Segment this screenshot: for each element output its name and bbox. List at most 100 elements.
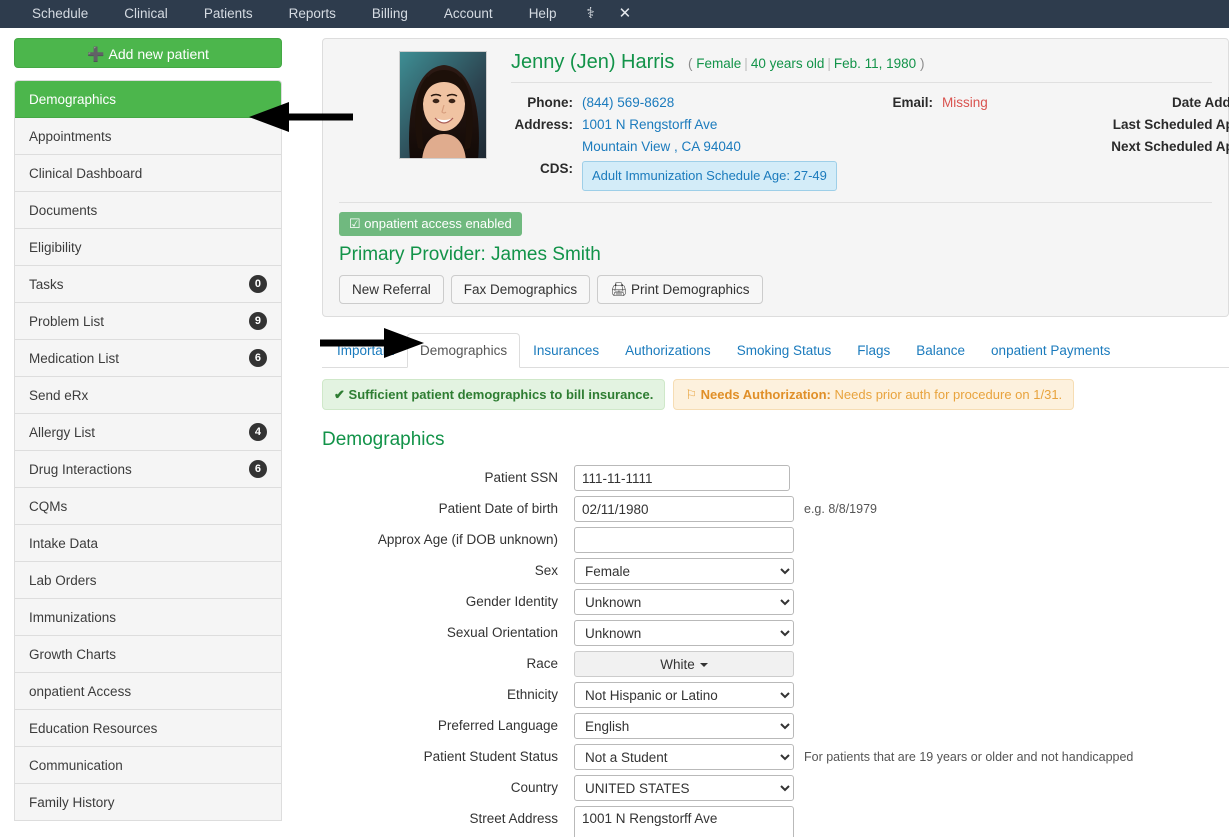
- page-body: ➕ Add new patient Demographics Appointment…: [0, 28, 1229, 837]
- dropdown-race-value: White: [660, 657, 695, 672]
- address-line-2[interactable]: Mountain View , CA 94040: [573, 136, 741, 158]
- tab-demographics[interactable]: Demographics: [407, 333, 521, 368]
- panel-divider: [339, 202, 1212, 203]
- tab-balance[interactable]: Balance: [903, 333, 978, 368]
- address-line-1[interactable]: 1001 N Rengstorff Ave: [573, 114, 741, 136]
- sidebar-item-communication[interactable]: Communication: [15, 747, 281, 784]
- primary-provider: Primary Provider: James Smith: [339, 244, 601, 265]
- tab-authorizations[interactable]: Authorizations: [612, 333, 724, 368]
- sidebar-item-drug-interactions[interactable]: Drug Interactions 6: [15, 451, 281, 488]
- scissors-icon[interactable]: ✕: [607, 0, 644, 28]
- fax-demographics-button[interactable]: Fax Demographics: [450, 275, 591, 304]
- nav-item-billing[interactable]: Billing: [354, 0, 426, 28]
- new-referral-button[interactable]: New Referral: [339, 275, 444, 304]
- print-demographics-button[interactable]: 🖨 Print Demographics: [597, 275, 763, 304]
- alert-row: ✔ Sufficient patient demographics to bil…: [322, 379, 1229, 410]
- demographics-section-title: Demographics: [322, 429, 445, 450]
- plus-icon: ➕: [87, 46, 105, 62]
- sidebar-item-intake-data[interactable]: Intake Data: [15, 525, 281, 562]
- demographics-form: Patient SSN Patient Date of birth e.g. 8/8…: [322, 465, 1229, 837]
- sidebar-item-lab-orders[interactable]: Lab Orders: [15, 562, 281, 599]
- label-ethnicity: Ethnicity: [506, 687, 558, 702]
- sidebar-item-education-resources[interactable]: Education Resources: [15, 710, 281, 747]
- select-patient-student-status[interactable]: Not a Student: [574, 744, 794, 770]
- label-gender-identity: Gender Identity: [465, 594, 558, 609]
- select-sex[interactable]: Female: [574, 558, 794, 584]
- sidebar-item-badge: 9: [248, 312, 267, 330]
- sidebar-item-badge: 6: [248, 460, 267, 478]
- tab-flags[interactable]: Flags: [844, 333, 903, 368]
- sidebar-item-send-erx[interactable]: Send eRx: [15, 377, 281, 414]
- sidebar-item-demographics[interactable]: Demographics: [15, 81, 281, 118]
- sidebar-item-allergy-list[interactable]: Allergy List 4: [15, 414, 281, 451]
- label-patient-student-status: Patient Student Status: [423, 749, 558, 764]
- input-patient-ssn[interactable]: [574, 465, 790, 491]
- caduceus-icon[interactable]: ⚕: [574, 0, 606, 28]
- form-row-ethnicity: Ethnicity Not Hispanic or Latino: [322, 682, 1229, 708]
- patient-detail-grid: Phone: (844) 569-8628 Address: 1001 N Re…: [511, 92, 1229, 191]
- sidebar-item-cqms[interactable]: CQMs: [15, 488, 281, 525]
- phone-value[interactable]: (844) 569-8628: [573, 92, 674, 114]
- tab-onpatient-payments[interactable]: onpatient Payments: [978, 333, 1123, 368]
- sidebar-item-badge: 6: [248, 349, 267, 367]
- nav-item-schedule[interactable]: Schedule: [14, 0, 106, 28]
- sidebar-item-eligibility[interactable]: Eligibility: [15, 229, 281, 266]
- phone-label: Phone:: [527, 95, 573, 110]
- form-row-approx-age-if-dob-unknown: Approx Age (if DOB unknown): [322, 527, 1229, 553]
- sidebar-item-documents[interactable]: Documents: [15, 192, 281, 229]
- sidebar-item-label: CQMs: [29, 498, 68, 514]
- select-sexual-orientation[interactable]: Unknown: [574, 620, 794, 646]
- add-new-patient-button[interactable]: ➕ Add new patient: [14, 38, 282, 68]
- sidebar-item-problem-list[interactable]: Problem List 9: [15, 303, 281, 340]
- sidebar-item-label: Intake Data: [29, 535, 99, 551]
- control-wrap-ethnicity: Not Hispanic or Latino: [574, 682, 794, 708]
- patient-dob: Feb. 11, 1980: [833, 56, 917, 71]
- sidebar: ➕ Add new patient Demographics Appointment…: [0, 28, 296, 837]
- sidebar-item-badge: 4: [248, 423, 267, 441]
- meta-sep-2: |: [827, 56, 831, 71]
- sidebar-item-medication-list[interactable]: Medication List 6: [15, 340, 281, 377]
- check-icon: ✔: [334, 387, 345, 402]
- select-ethnicity[interactable]: Not Hispanic or Latino: [574, 682, 794, 708]
- control-wrap-sexual-orientation: Unknown: [574, 620, 794, 646]
- cds-chip[interactable]: Adult Immunization Schedule Age: 27-49: [582, 161, 837, 191]
- hint-patient-student-status: For patients that are 19 years or older …: [804, 750, 1134, 764]
- nav-item-patients[interactable]: Patients: [186, 0, 271, 28]
- sidebar-item-immunizations[interactable]: Immunizations: [15, 599, 281, 636]
- select-gender-identity[interactable]: Unknown: [574, 589, 794, 615]
- sidebar-item-family-history[interactable]: Family History: [15, 784, 281, 821]
- flag-icon: ⚐: [685, 387, 698, 402]
- print-demographics-label: Print Demographics: [630, 282, 750, 297]
- tab-important[interactable]: Important: [324, 333, 407, 368]
- sidebar-item-label: Family History: [29, 794, 115, 810]
- sidebar-item-onpatient-access[interactable]: onpatient Access: [15, 673, 281, 710]
- dropdown-race[interactable]: White: [574, 651, 794, 677]
- tab-insurances[interactable]: Insurances: [520, 333, 612, 368]
- sidebar-item-clinical-dashboard[interactable]: Clinical Dashboard: [15, 155, 281, 192]
- form-row-preferred-language: Preferred Language English: [322, 713, 1229, 739]
- sidebar-item-appointments[interactable]: Appointments: [15, 118, 281, 155]
- patient-info: Jenny (Jen) Harris ( Female | 40 years old…: [511, 51, 1229, 191]
- control-wrap-patient-student-status: Not a Student For patients that are 19 ye…: [574, 744, 1133, 770]
- nav-item-reports[interactable]: Reports: [271, 0, 354, 28]
- address-label: Address:: [514, 117, 573, 132]
- nav-item-account[interactable]: Account: [426, 0, 511, 28]
- input-patient-date-of-birth[interactable]: [574, 496, 794, 522]
- form-row-patient-date-of-birth: Patient Date of birth e.g. 8/8/1979: [322, 496, 1229, 522]
- textarea-street-address[interactable]: [574, 806, 794, 837]
- sidebar-item-growth-charts[interactable]: Growth Charts: [15, 636, 281, 673]
- address-value: 1001 N Rengstorff Ave Mountain View , CA…: [573, 114, 741, 158]
- control-wrap-patient-ssn: [574, 465, 790, 491]
- sidebar-item-tasks[interactable]: Tasks 0: [15, 266, 281, 303]
- select-country[interactable]: UNITED STATES: [574, 775, 794, 801]
- select-preferred-language[interactable]: English: [574, 713, 794, 739]
- sidebar-item-label: Appointments: [29, 128, 112, 144]
- email-label: Email:: [892, 95, 933, 110]
- checkbox-checked-icon: ☑: [349, 216, 361, 231]
- nav-item-help[interactable]: Help: [511, 0, 575, 28]
- tab-smoking-status[interactable]: Smoking Status: [724, 333, 845, 368]
- control-wrap-country: UNITED STATES: [574, 775, 794, 801]
- input-approx-age-if-dob-unknown[interactable]: [574, 527, 794, 553]
- nav-item-clinical[interactable]: Clinical: [106, 0, 186, 28]
- sidebar-item-label: Immunizations: [29, 609, 117, 625]
